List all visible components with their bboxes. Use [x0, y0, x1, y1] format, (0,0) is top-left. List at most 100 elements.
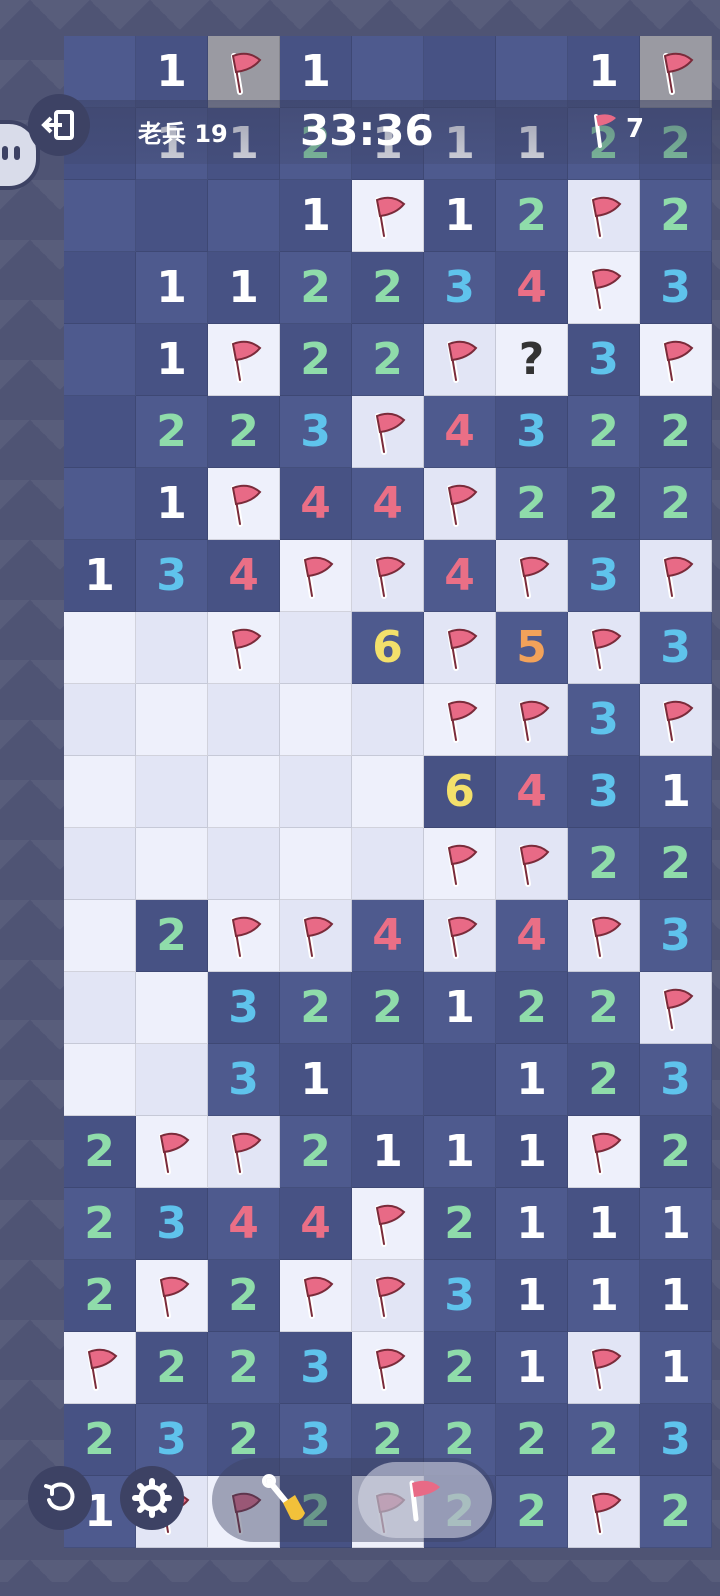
number-cell[interactable]: 1	[280, 36, 352, 108]
hidden-cell[interactable]	[136, 828, 208, 900]
number-cell[interactable]: 1	[424, 180, 496, 252]
number-cell[interactable]: 2	[424, 1188, 496, 1260]
flagged-cell[interactable]	[568, 1476, 640, 1548]
hidden-cell[interactable]	[136, 684, 208, 756]
number-cell[interactable]: 2	[568, 468, 640, 540]
number-cell[interactable]: 3	[640, 612, 712, 684]
flagged-cell[interactable]	[280, 1260, 352, 1332]
empty-cell[interactable]	[352, 36, 424, 108]
settings-button[interactable]	[120, 1466, 184, 1530]
hidden-cell[interactable]	[280, 756, 352, 828]
empty-cell[interactable]	[64, 324, 136, 396]
flagged-cell[interactable]	[496, 828, 568, 900]
number-cell[interactable]: 2	[640, 828, 712, 900]
flagged-cell[interactable]	[568, 252, 640, 324]
number-cell[interactable]: 1	[64, 540, 136, 612]
flagged-cell[interactable]	[352, 1188, 424, 1260]
number-cell[interactable]: 2	[64, 1404, 136, 1476]
number-cell[interactable]: 3	[208, 1044, 280, 1116]
number-cell[interactable]: 2	[64, 1116, 136, 1188]
number-cell[interactable]: 2	[496, 972, 568, 1044]
flagged-cell[interactable]	[352, 1260, 424, 1332]
number-cell[interactable]: 1	[496, 1332, 568, 1404]
number-cell[interactable]: 1	[280, 180, 352, 252]
number-cell[interactable]: 1	[136, 252, 208, 324]
number-cell[interactable]: 5	[496, 612, 568, 684]
number-cell[interactable]: 2	[136, 1332, 208, 1404]
number-cell[interactable]: 1	[424, 972, 496, 1044]
number-cell[interactable]: 2	[568, 1404, 640, 1476]
flagged-cell[interactable]	[424, 612, 496, 684]
number-cell[interactable]: 2	[280, 972, 352, 1044]
number-cell[interactable]: 2	[496, 468, 568, 540]
flagged-cell[interactable]	[352, 1332, 424, 1404]
number-cell[interactable]: 1	[352, 1116, 424, 1188]
number-cell[interactable]: 2	[640, 1116, 712, 1188]
flagged-cell[interactable]	[424, 324, 496, 396]
hidden-cell[interactable]	[136, 972, 208, 1044]
hidden-cell[interactable]	[136, 756, 208, 828]
number-cell[interactable]: 1	[136, 324, 208, 396]
flagged-cell[interactable]	[136, 1260, 208, 1332]
hidden-cell[interactable]	[64, 972, 136, 1044]
number-cell[interactable]: 3	[640, 1404, 712, 1476]
hidden-cell[interactable]	[64, 684, 136, 756]
number-cell[interactable]: 2	[352, 972, 424, 1044]
minesweeper-board[interactable]: 1111121112211221122343122?32234322144222…	[64, 36, 720, 1596]
hidden-cell[interactable]	[64, 1044, 136, 1116]
number-cell[interactable]: 2	[496, 1404, 568, 1476]
number-cell[interactable]: 3	[568, 756, 640, 828]
number-cell[interactable]: 2	[640, 1476, 712, 1548]
hidden-cell[interactable]	[64, 756, 136, 828]
number-cell[interactable]: 3	[208, 972, 280, 1044]
number-cell[interactable]: 2	[352, 324, 424, 396]
empty-cell[interactable]	[64, 396, 136, 468]
hidden-cell[interactable]	[280, 828, 352, 900]
empty-cell[interactable]	[136, 180, 208, 252]
flagged-cell[interactable]	[424, 900, 496, 972]
number-cell[interactable]: 2	[352, 252, 424, 324]
number-cell[interactable]: 3	[136, 1188, 208, 1260]
number-cell[interactable]: 3	[496, 396, 568, 468]
number-cell[interactable]: 6	[352, 612, 424, 684]
flagged-cell[interactable]	[640, 540, 712, 612]
hidden-cell[interactable]	[136, 612, 208, 684]
number-cell[interactable]: 3	[640, 1044, 712, 1116]
number-cell[interactable]: 1	[136, 468, 208, 540]
hidden-cell[interactable]	[208, 828, 280, 900]
number-cell[interactable]: 1	[496, 1116, 568, 1188]
flagged-cell[interactable]	[208, 324, 280, 396]
number-cell[interactable]: 4	[352, 900, 424, 972]
question-cell[interactable]: ?	[496, 324, 568, 396]
number-cell[interactable]: 3	[424, 252, 496, 324]
number-cell[interactable]: 1	[496, 1260, 568, 1332]
hidden-cell[interactable]	[352, 756, 424, 828]
flagged-cell[interactable]	[64, 1332, 136, 1404]
flagged-cell[interactable]	[568, 612, 640, 684]
flagged-cell[interactable]	[568, 1116, 640, 1188]
number-cell[interactable]: 4	[280, 1188, 352, 1260]
number-cell[interactable]: 3	[640, 900, 712, 972]
shovel-tool-button[interactable]	[218, 1462, 350, 1538]
flag-tool-button[interactable]	[358, 1462, 492, 1538]
empty-cell[interactable]	[64, 180, 136, 252]
empty-cell[interactable]	[64, 252, 136, 324]
number-cell[interactable]: 1	[280, 1044, 352, 1116]
number-cell[interactable]: 1	[208, 252, 280, 324]
flagged-cell[interactable]	[352, 180, 424, 252]
number-cell[interactable]: 2	[640, 396, 712, 468]
flagged-cell[interactable]	[280, 900, 352, 972]
restart-button[interactable]	[28, 1466, 92, 1530]
hidden-cell[interactable]	[208, 684, 280, 756]
number-cell[interactable]: 4	[280, 468, 352, 540]
empty-cell[interactable]	[208, 180, 280, 252]
number-cell[interactable]: 3	[568, 540, 640, 612]
flagged-cell[interactable]	[640, 324, 712, 396]
number-cell[interactable]: 2	[568, 828, 640, 900]
flagged-cell[interactable]	[496, 540, 568, 612]
number-cell[interactable]: 2	[568, 1044, 640, 1116]
number-cell[interactable]: 1	[640, 1188, 712, 1260]
flagged-cell[interactable]	[208, 468, 280, 540]
flagged-cell[interactable]	[208, 612, 280, 684]
empty-cell[interactable]	[424, 36, 496, 108]
